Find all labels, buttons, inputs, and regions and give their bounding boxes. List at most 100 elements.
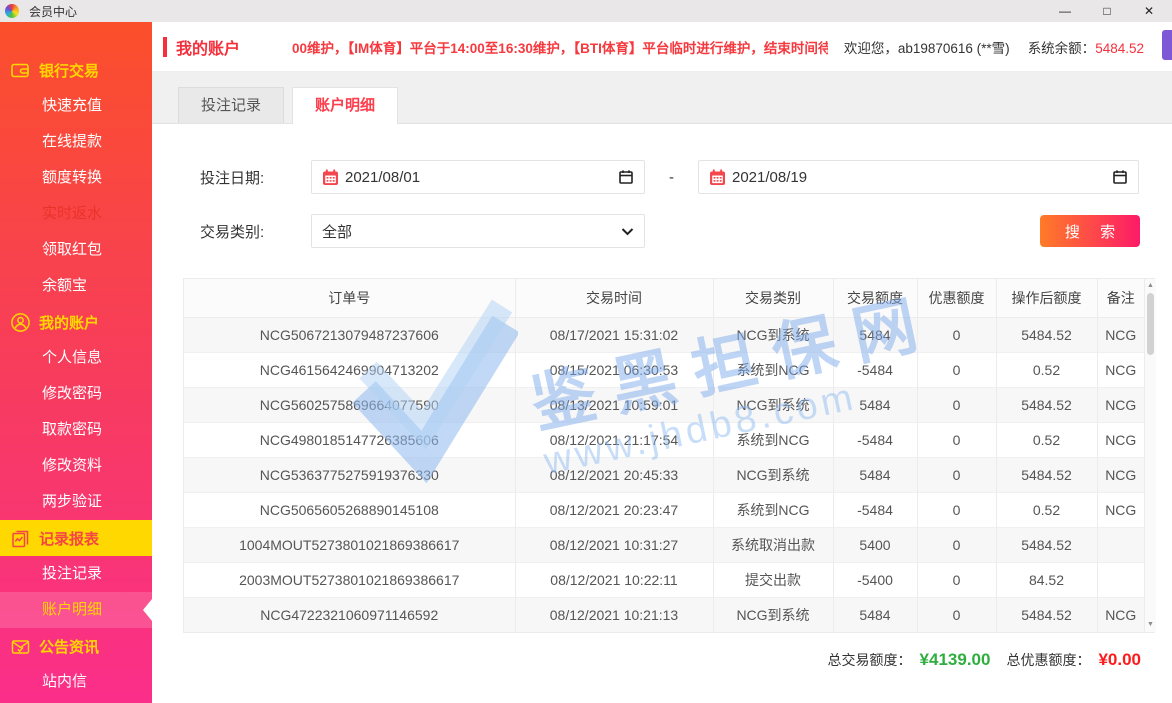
total-discount-value: ¥0.00 <box>1098 650 1141 670</box>
maximize-icon[interactable]: □ <box>1100 4 1114 18</box>
table-cell: 5484.52 <box>996 387 1097 422</box>
column-header: 订单号 <box>184 279 515 317</box>
sidebar-section[interactable]: 我的账户 <box>0 304 152 340</box>
announcement-marquee: 00维护，【IM体育】平台于14:00至16:30维护，【BTI体育】平台临时进… <box>292 37 828 57</box>
table-cell: 0.52 <box>996 492 1097 527</box>
search-button[interactable]: 搜 索 <box>1040 215 1140 247</box>
scrollbar-thumb[interactable] <box>1147 293 1154 355</box>
wallet-icon <box>9 59 31 81</box>
date-from-input[interactable]: 2021/08/01 <box>311 160 645 194</box>
table-row: NCG506721307948723760608/17/2021 15:31:0… <box>184 317 1144 352</box>
sidebar-section-label: 我的账户 <box>39 312 99 333</box>
table-row: 1004MOUT527380102186938661708/12/2021 10… <box>184 527 1144 562</box>
table-cell: -5484 <box>833 352 917 387</box>
table-row: 2003MOUT527380102186938661708/12/2021 10… <box>184 562 1144 597</box>
sidebar-item[interactable]: 余额宝 <box>0 268 152 304</box>
table-scrollbar[interactable]: ▲ ▼ <box>1144 279 1156 632</box>
date-range-separator: - <box>669 169 674 186</box>
table-row: NCG461564246990471320208/15/2021 06:30:5… <box>184 352 1144 387</box>
window-title: 会员中心 <box>29 3 77 20</box>
transaction-type-select[interactable]: 全部 <box>311 214 645 248</box>
date-to-value: 2021/08/19 <box>732 169 807 186</box>
sidebar-section[interactable]: 记录报表 <box>0 520 152 556</box>
content-area: 我的账户 00维护，【IM体育】平台于14:00至16:30维护，【BTI体育】… <box>152 22 1172 703</box>
sidebar-item[interactable]: 实时返水 <box>0 196 152 232</box>
table-cell: 1004MOUT5273801021869386617 <box>184 527 515 562</box>
table-cell: 提交出款 <box>713 562 833 597</box>
page-header: 我的账户 00维护，【IM体育】平台于14:00至16:30维护，【BTI体育】… <box>152 22 1172 72</box>
table-cell: 5484 <box>833 387 917 422</box>
table-cell: NCG <box>1097 422 1144 457</box>
table-cell: -5484 <box>833 422 917 457</box>
table-cell: NCG到系统 <box>713 597 833 632</box>
type-filter-label: 交易类别: <box>200 221 311 242</box>
sidebar-item[interactable]: 两步验证 <box>0 484 152 520</box>
table-cell: 5484.52 <box>996 317 1097 352</box>
table-body: NCG506721307948723760608/17/2021 15:31:0… <box>184 317 1144 632</box>
balance-label: 系统余额： <box>1028 41 1096 56</box>
table-cell: -5484 <box>833 492 917 527</box>
sidebar-item[interactable]: 领取红包 <box>0 232 152 268</box>
table-cell: NCG到系统 <box>713 387 833 422</box>
date-to-input[interactable]: 2021/08/19 <box>698 160 1139 194</box>
column-header: 优惠额度 <box>917 279 996 317</box>
type-filter-row: 交易类别: 全部 搜 索 <box>200 214 1172 248</box>
scroll-down-icon[interactable]: ▼ <box>1145 619 1156 631</box>
column-header: 交易类别 <box>713 279 833 317</box>
system-balance: 系统余额：5484.52 <box>1028 37 1144 57</box>
table-cell <box>1097 527 1144 562</box>
date-picker-icon[interactable] <box>618 169 634 185</box>
table-cell: NCG4722321060971146592 <box>184 597 515 632</box>
table-cell: NCG到系统 <box>713 457 833 492</box>
table-cell: 0 <box>917 562 996 597</box>
table-cell: 系统到NCG <box>713 422 833 457</box>
table-cell: NCG5602575869664077590 <box>184 387 515 422</box>
sidebar-item[interactable]: 在线提款 <box>0 124 152 160</box>
close-icon[interactable]: ✕ <box>1142 4 1156 18</box>
table-cell: 5484 <box>833 597 917 632</box>
title-accent-bar <box>163 37 167 57</box>
sidebar-section[interactable]: 银行交易 <box>0 52 152 88</box>
table-cell: 0.52 <box>996 352 1097 387</box>
tab-bet-records[interactable]: 投注记录 <box>178 87 284 123</box>
total-trade-value: ¥4139.00 <box>920 650 991 670</box>
side-widget-handle[interactable] <box>1162 30 1172 60</box>
calendar-icon <box>322 169 339 186</box>
scroll-up-icon[interactable]: ▲ <box>1145 280 1156 292</box>
table-cell: 08/17/2021 15:31:02 <box>515 317 713 352</box>
table-cell <box>1097 562 1144 597</box>
column-header: 交易额度 <box>833 279 917 317</box>
sidebar-item[interactable]: 取款密码 <box>0 412 152 448</box>
table-cell: 08/12/2021 20:45:33 <box>515 457 713 492</box>
sidebar-section[interactable]: 公告资讯 <box>0 628 152 664</box>
table-row: NCG506560526889014510808/12/2021 20:23:4… <box>184 492 1144 527</box>
sidebar-item[interactable]: 快速充值 <box>0 88 152 124</box>
minimize-icon[interactable]: — <box>1058 4 1072 18</box>
table-cell: 0 <box>917 457 996 492</box>
sidebar-item[interactable]: 账户明细 <box>0 592 152 628</box>
balance-value: 5484.52 <box>1095 41 1144 56</box>
total-trade-label: 总交易额度： <box>828 650 912 670</box>
table-cell: NCG到系统 <box>713 317 833 352</box>
sidebar-item[interactable]: 个人信息 <box>0 340 152 376</box>
account-details-panel: 投注日期: 2021/08/01 - <box>152 124 1172 703</box>
table-row: NCG472232106097114659208/12/2021 10:21:1… <box>184 597 1144 632</box>
chevron-down-icon <box>621 223 634 240</box>
sidebar-section-label: 银行交易 <box>39 60 99 81</box>
sidebar-item[interactable]: 修改密码 <box>0 376 152 412</box>
date-picker-icon[interactable] <box>1112 169 1128 185</box>
sidebar: 银行交易快速充值在线提款额度转换实时返水领取红包余额宝我的账户个人信息修改密码取… <box>0 22 152 703</box>
table-cell: 系统到NCG <box>713 352 833 387</box>
table-cell: NCG <box>1097 387 1144 422</box>
tab-account-details[interactable]: 账户明细 <box>292 87 398 124</box>
table-cell: NCG <box>1097 317 1144 352</box>
sidebar-item[interactable]: 额度转换 <box>0 160 152 196</box>
sidebar-item[interactable]: 修改资料 <box>0 448 152 484</box>
table-cell: 0 <box>917 317 996 352</box>
table-cell: 0 <box>917 422 996 457</box>
selected-type-value: 全部 <box>322 221 352 242</box>
sidebar-item[interactable]: 投注记录 <box>0 556 152 592</box>
mail-icon <box>9 635 31 657</box>
sidebar-item[interactable]: 站内信 <box>0 664 152 700</box>
table-cell: 0 <box>917 387 996 422</box>
